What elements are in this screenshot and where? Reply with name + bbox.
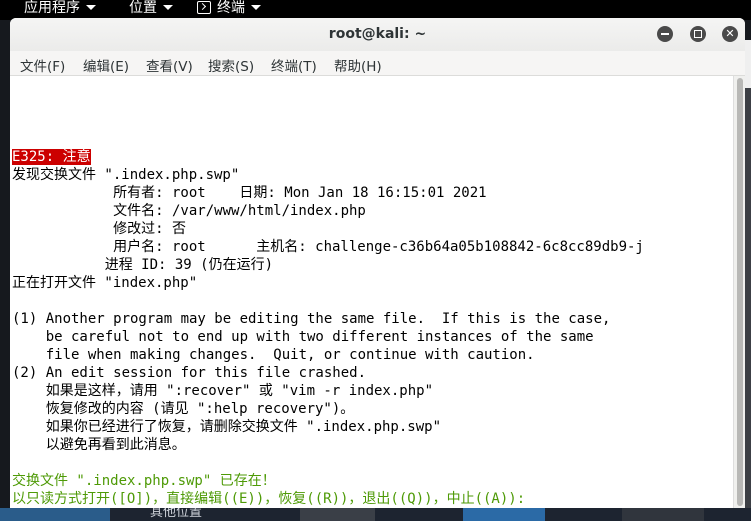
terminal-line: be careful not to end up with two differ… bbox=[12, 329, 594, 345]
terminal-scrollbar[interactable] bbox=[733, 76, 745, 508]
menu-search[interactable]: 搜索(S) bbox=[208, 55, 254, 75]
applications-label: 应用程序 bbox=[24, 0, 80, 16]
terminal-line: 修改过: 否 bbox=[12, 221, 187, 237]
chevron-down-icon bbox=[163, 4, 173, 10]
terminal-window: root@kali: ~ ✕ 文件(F) 编辑(E) 查看(V) 搜索(S) 终… bbox=[10, 18, 745, 508]
error-line: E325: 注意 bbox=[12, 148, 91, 166]
desktop-item bbox=[0, 508, 110, 521]
terminal-line: 发现交换文件 ".index.php.swp" bbox=[12, 167, 240, 183]
terminal-line: 以避免再看到此消息。 bbox=[12, 437, 186, 453]
desktop-item bbox=[463, 508, 545, 521]
terminal-line: 文件名: /var/www/html/index.php bbox=[12, 203, 366, 219]
terminal-line: 如果你已经进行了恢复，请删除交换文件 ".index.php.swp" bbox=[12, 419, 442, 435]
desktop-item bbox=[300, 508, 375, 521]
menu-file[interactable]: 文件(F) bbox=[20, 55, 65, 75]
error-label: E325: 注意 bbox=[12, 149, 91, 165]
window-title: root@kali: ~ bbox=[328, 26, 427, 42]
scrollbar-thumb[interactable] bbox=[737, 78, 743, 506]
places-menu[interactable]: 位置 bbox=[129, 0, 173, 17]
terminal-line: 进程 ID: 39 (仍在运行) bbox=[12, 257, 274, 273]
terminal-line: 恢复修改的内容 (请见 ":help recovery")。 bbox=[12, 401, 355, 417]
menu-help[interactable]: 帮助(H) bbox=[334, 55, 382, 75]
minimize-button[interactable] bbox=[657, 26, 673, 42]
menu-bar: 文件(F) 编辑(E) 查看(V) 搜索(S) 终端(T) 帮助(H) bbox=[10, 51, 745, 76]
background-window-edge bbox=[745, 40, 751, 88]
desktop-item bbox=[622, 508, 704, 521]
top-panel: 应用程序 位置 终端 bbox=[0, 0, 751, 20]
terminal-line: 所有者: root 日期: Mon Jan 18 16:15:01 2021 bbox=[12, 185, 487, 201]
terminal-icon bbox=[197, 0, 211, 14]
window-titlebar[interactable]: root@kali: ~ ✕ bbox=[10, 18, 745, 52]
menu-terminal[interactable]: 终端(T) bbox=[271, 55, 317, 75]
terminal-app-label: 终端 bbox=[217, 0, 245, 16]
places-label: 位置 bbox=[129, 0, 157, 16]
terminal-line: 正在打开文件 "index.php" bbox=[12, 275, 198, 291]
terminal-output[interactable]: E325: 注意 发现交换文件 ".index.php.swp" 所有者: ro… bbox=[10, 76, 733, 508]
swap-exists-message: 交换文件 ".index.php.swp" 已存在！ bbox=[12, 473, 276, 489]
menu-view[interactable]: 查看(V) bbox=[146, 55, 193, 75]
terminal-app-menu[interactable]: 终端 bbox=[197, 0, 261, 17]
terminal-line: (1) Another program may be editing the s… bbox=[12, 311, 611, 327]
terminal-line: file when making changes. Quit, or conti… bbox=[12, 347, 535, 363]
menu-edit[interactable]: 编辑(E) bbox=[83, 55, 129, 75]
terminal-line: 如果是这样，请用 ":recover" 或 "vim -r index.php" bbox=[12, 383, 434, 399]
applications-menu[interactable]: 应用程序 bbox=[24, 0, 96, 17]
maximize-button[interactable] bbox=[690, 26, 706, 42]
close-button[interactable]: ✕ bbox=[722, 26, 738, 42]
terminal-line: (2) An edit session for this file crashe… bbox=[12, 365, 367, 381]
chevron-down-icon bbox=[251, 4, 261, 10]
terminal-line: 用户名: root 主机名: challenge-c36b64a05b10884… bbox=[12, 239, 644, 255]
swap-options-prompt: 以只读方式打开([O])，直接编辑((E))，恢复((R))，退出((Q))，中… bbox=[12, 491, 526, 507]
chevron-down-icon bbox=[86, 4, 96, 10]
